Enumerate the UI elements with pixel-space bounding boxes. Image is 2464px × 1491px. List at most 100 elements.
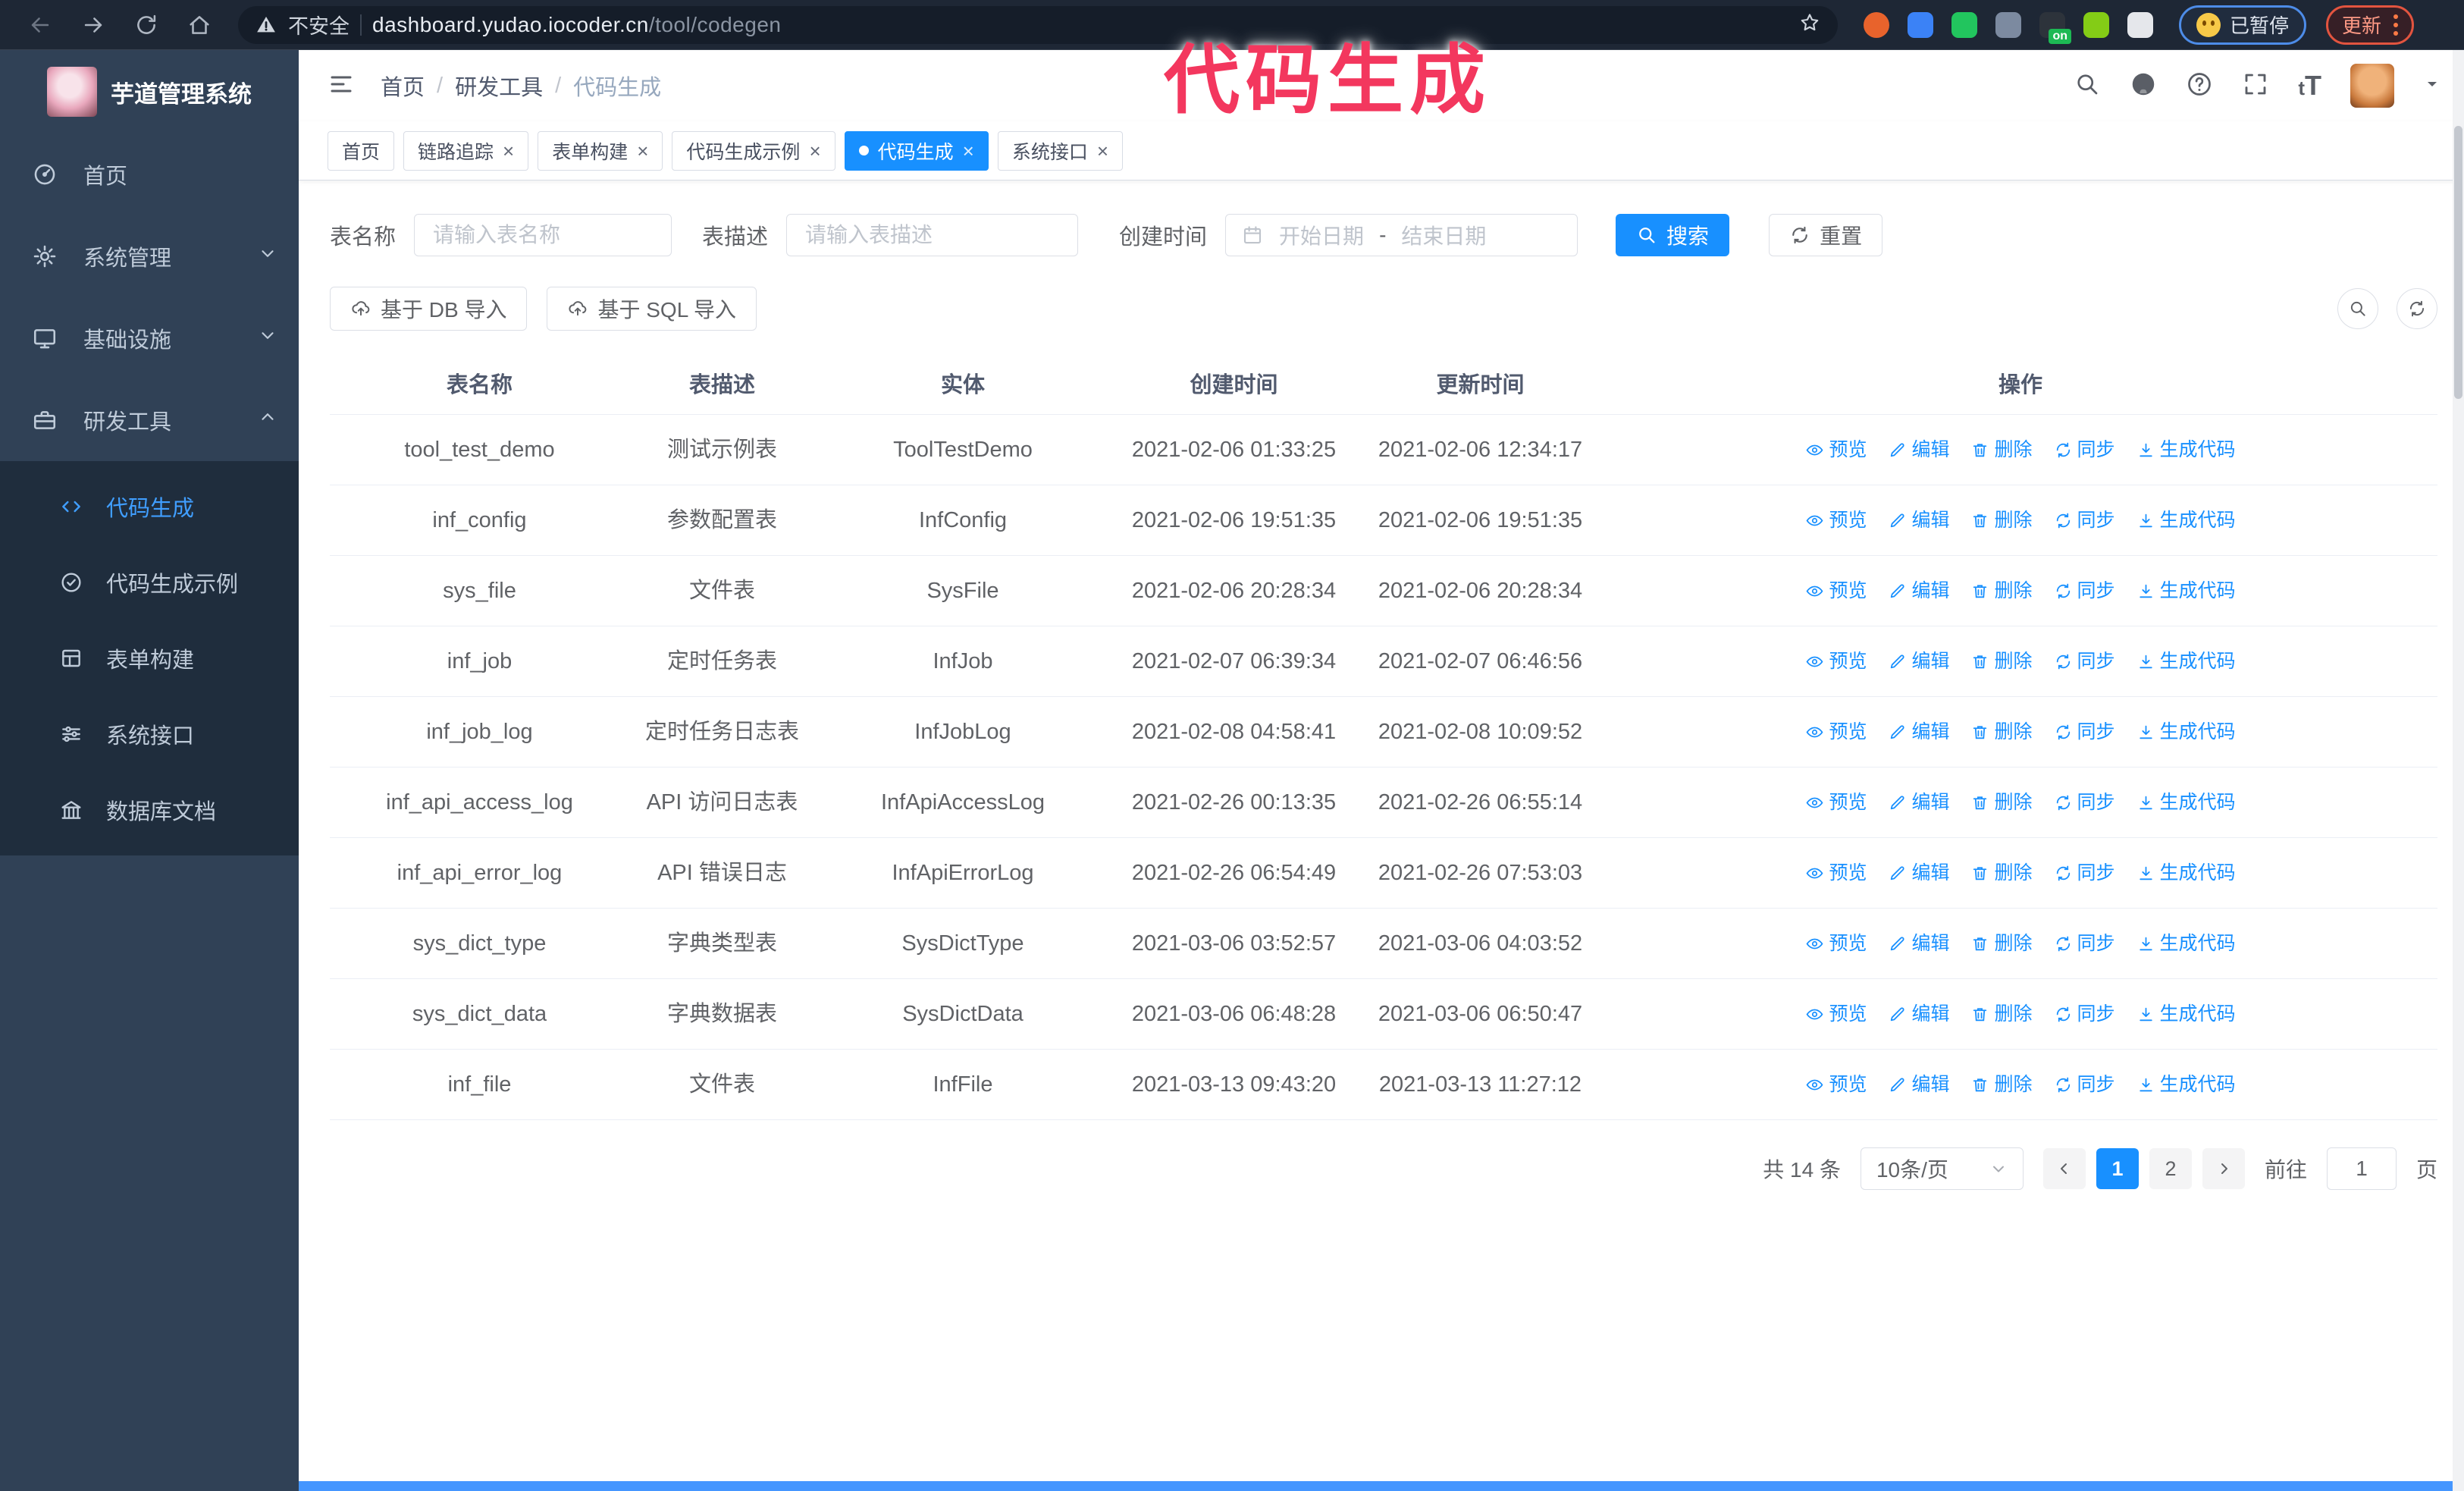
preview-link[interactable]: 预览 (1805, 999, 1867, 1029)
goto-page-input[interactable] (2326, 1147, 2397, 1190)
edit-link[interactable]: 编辑 (1888, 787, 1949, 818)
edit-link[interactable]: 编辑 (1888, 435, 1949, 465)
close-icon[interactable]: × (809, 141, 820, 161)
generate-code-link[interactable]: 生成代码 (2136, 646, 2236, 676)
sidebar-item-db-doc[interactable]: 数据库文档 (0, 772, 299, 848)
close-icon[interactable]: × (503, 141, 514, 161)
preview-link[interactable]: 预览 (1805, 576, 1867, 606)
browser-update-button[interactable]: 更新 (2326, 5, 2415, 45)
avatar[interactable] (2350, 64, 2394, 108)
generate-code-link[interactable]: 生成代码 (2136, 1069, 2236, 1100)
generate-code-link[interactable]: 生成代码 (2136, 928, 2236, 959)
toggle-search-button[interactable] (2337, 288, 2378, 329)
sidebar-item-home[interactable]: 首页 (0, 133, 299, 215)
sync-link[interactable]: 同步 (2054, 435, 2115, 465)
delete-link[interactable]: 删除 (1970, 999, 2033, 1029)
page-scrollbar-thumb[interactable] (2454, 126, 2462, 399)
preview-link[interactable]: 预览 (1805, 928, 1867, 959)
date-range-picker[interactable]: 开始日期 - 结束日期 (1225, 214, 1578, 256)
import-db-button[interactable]: 基于 DB 导入 (330, 287, 528, 331)
ext-puzzle[interactable] (2127, 11, 2153, 38)
sync-link[interactable]: 同步 (2054, 858, 2115, 888)
generate-code-link[interactable]: 生成代码 (2136, 717, 2236, 747)
delete-link[interactable]: 删除 (1970, 858, 2033, 888)
prev-page-button[interactable] (2042, 1148, 2086, 1189)
avatar-caret-icon[interactable] (2423, 75, 2441, 97)
back-icon[interactable] (17, 5, 64, 46)
view-tab[interactable]: 链路追踪 × (403, 130, 529, 171)
breadcrumb-home[interactable]: 首页 (381, 70, 425, 102)
view-tab[interactable]: 表单构建 × (538, 130, 663, 171)
delete-link[interactable]: 删除 (1970, 928, 2033, 959)
generate-code-link[interactable]: 生成代码 (2136, 858, 2236, 888)
delete-link[interactable]: 删除 (1970, 576, 2033, 606)
preview-link[interactable]: 预览 (1805, 435, 1867, 465)
sidebar-item-devtools[interactable]: 研发工具 (0, 379, 299, 461)
header-search-icon[interactable] (2074, 71, 2101, 102)
collapse-sidebar-icon[interactable] (328, 71, 355, 102)
search-button[interactable]: 搜索 (1616, 214, 1730, 256)
ext-orange-ring[interactable] (1864, 11, 1889, 38)
generate-code-link[interactable]: 生成代码 (2136, 576, 2236, 606)
delete-link[interactable]: 删除 (1970, 1069, 2033, 1100)
delete-link[interactable]: 删除 (1970, 646, 2033, 676)
refresh-table-button[interactable] (2397, 288, 2437, 329)
preview-link[interactable]: 预览 (1805, 717, 1867, 747)
delete-link[interactable]: 删除 (1970, 505, 2033, 535)
sync-link[interactable]: 同步 (2054, 576, 2115, 606)
github-icon[interactable] (2130, 71, 2157, 102)
profile-paused-chip[interactable]: 已暂停 (2179, 5, 2307, 45)
ext-dark-on[interactable]: on (2039, 11, 2071, 44)
generate-code-link[interactable]: 生成代码 (2136, 787, 2236, 818)
edit-link[interactable]: 编辑 (1888, 1069, 1949, 1100)
table-name-input[interactable] (414, 214, 672, 256)
sidebar-item-infra[interactable]: 基础设施 (0, 297, 299, 379)
breadcrumb-devtools[interactable]: 研发工具 (455, 70, 543, 102)
generate-code-link[interactable]: 生成代码 (2136, 505, 2236, 535)
fullscreen-icon[interactable] (2242, 71, 2269, 102)
import-sql-button[interactable]: 基于 SQL 导入 (547, 287, 757, 331)
view-tab[interactable]: 首页 (328, 130, 395, 171)
sync-link[interactable]: 同步 (2054, 1069, 2115, 1100)
view-tab[interactable]: 系统接口 × (997, 130, 1124, 171)
sync-link[interactable]: 同步 (2054, 928, 2115, 959)
preview-link[interactable]: 预览 (1805, 505, 1867, 535)
sidebar-item-form-builder[interactable]: 表单构建 (0, 620, 299, 696)
view-tab[interactable]: 代码生成 × (844, 130, 989, 171)
view-tab[interactable]: 代码生成示例 × (672, 130, 835, 171)
reset-button[interactable]: 重置 (1769, 214, 1883, 256)
close-icon[interactable]: × (963, 141, 974, 161)
bookmark-star-icon[interactable] (1798, 11, 1821, 38)
edit-link[interactable]: 编辑 (1888, 999, 1949, 1029)
close-icon[interactable]: × (637, 141, 648, 161)
delete-link[interactable]: 删除 (1970, 435, 2033, 465)
sync-link[interactable]: 同步 (2054, 999, 2115, 1029)
ext-blue-gem[interactable] (1908, 11, 1933, 38)
generate-code-link[interactable]: 生成代码 (2136, 999, 2236, 1029)
delete-link[interactable]: 删除 (1970, 787, 2033, 818)
edit-link[interactable]: 编辑 (1888, 505, 1949, 535)
preview-link[interactable]: 预览 (1805, 858, 1867, 888)
sync-link[interactable]: 同步 (2054, 646, 2115, 676)
edit-link[interactable]: 编辑 (1888, 717, 1949, 747)
page-button-1[interactable]: 1 (2096, 1148, 2139, 1189)
sync-link[interactable]: 同步 (2054, 787, 2115, 818)
edit-link[interactable]: 编辑 (1888, 858, 1949, 888)
menu-dots-icon[interactable] (2393, 14, 2399, 36)
ext-green-check[interactable] (1951, 11, 1977, 38)
generate-code-link[interactable]: 生成代码 (2136, 435, 2236, 465)
sync-link[interactable]: 同步 (2054, 717, 2115, 747)
page-size-select[interactable]: 10条/页 (1860, 1147, 2024, 1190)
next-page-button[interactable] (2202, 1148, 2245, 1189)
preview-link[interactable]: 预览 (1805, 646, 1867, 676)
preview-link[interactable]: 预览 (1805, 787, 1867, 818)
delete-link[interactable]: 删除 (1970, 717, 2033, 747)
sync-link[interactable]: 同步 (2054, 505, 2115, 535)
ext-grid-drop[interactable] (1995, 11, 2021, 38)
preview-link[interactable]: 预览 (1805, 1069, 1867, 1100)
url-bar[interactable]: 不安全 dashboard.yudao.iocoder.cn/tool/code… (238, 5, 1838, 44)
forward-icon[interactable] (70, 5, 117, 46)
sidebar-item-codegen[interactable]: 代码生成 (0, 469, 299, 545)
close-icon[interactable]: × (1097, 141, 1108, 161)
ext-green-bug[interactable] (2083, 11, 2109, 38)
